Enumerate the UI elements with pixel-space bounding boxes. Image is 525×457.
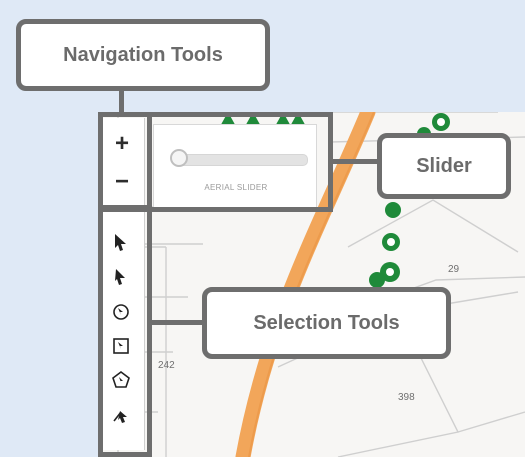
- parcel-label-29: 29: [448, 264, 460, 275]
- navigation-tools-callout: Navigation Tools: [16, 19, 270, 91]
- slider-outline: [147, 112, 333, 212]
- slider-connector: [331, 159, 381, 164]
- selection-connector: [150, 320, 208, 325]
- selection-tools-callout: Selection Tools: [202, 287, 451, 359]
- selection-tools-outline: [98, 205, 152, 457]
- slider-callout: Slider: [377, 133, 511, 199]
- parcel-label-242: 242: [158, 360, 175, 371]
- navigation-tools-outline: [98, 112, 152, 212]
- parcel-label-398: 398: [398, 392, 415, 403]
